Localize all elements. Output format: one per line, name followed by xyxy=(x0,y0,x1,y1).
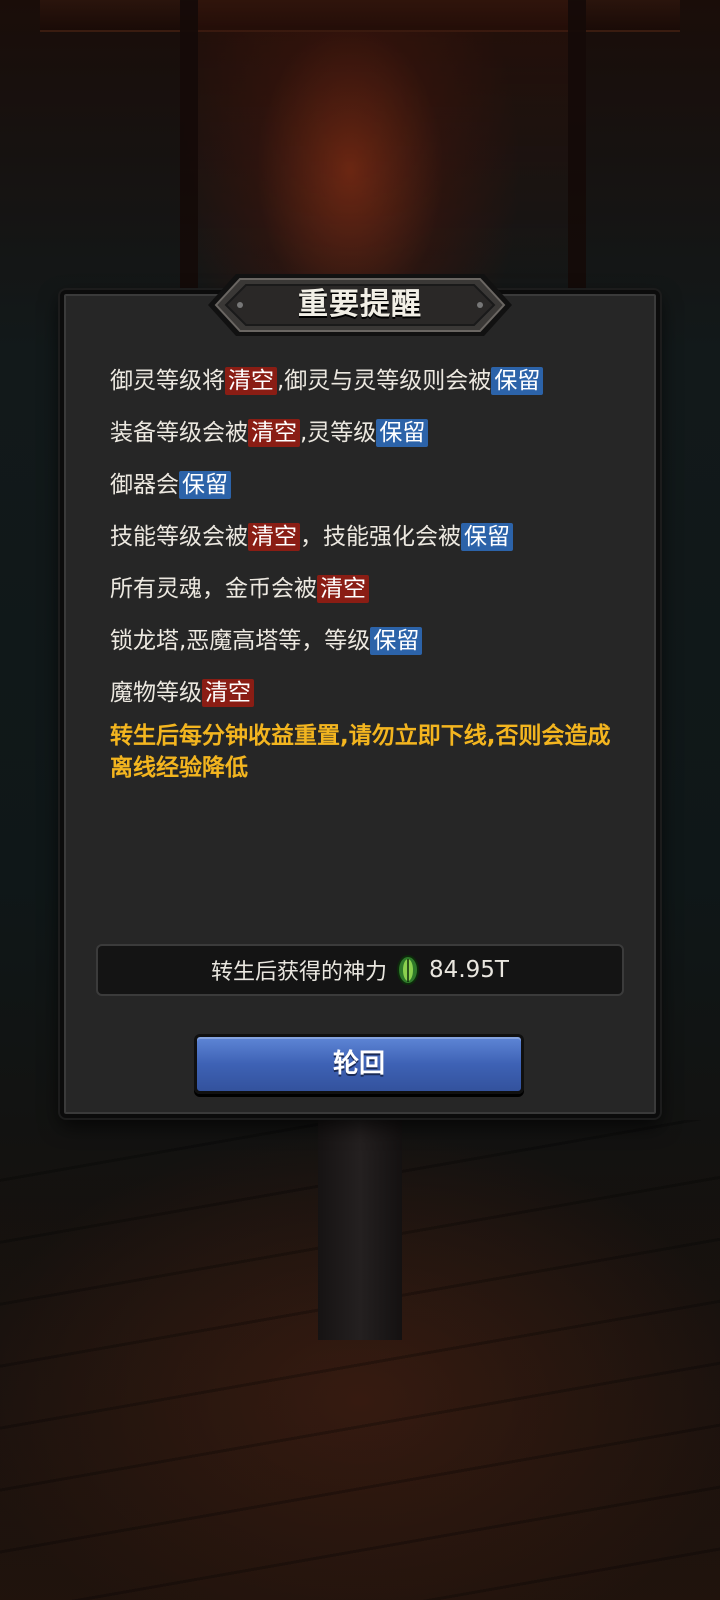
keep-tag: 保留 xyxy=(461,523,513,551)
keep-tag: 保留 xyxy=(370,627,423,655)
reminder-line: 所有灵魂，金币会被 清空 xyxy=(110,574,630,626)
reminder-text: 魔物等级 xyxy=(110,680,202,706)
reminder-line: 技能等级会被 清空 ，技能强化会被 保留 xyxy=(110,522,630,574)
reminder-text: 所有灵魂，金币会被 xyxy=(110,576,317,602)
warning-text: 转生后每分钟收益重置,请勿立即下线,否则会造成离线经验降低 xyxy=(110,723,611,781)
reminder-text: 御器会 xyxy=(110,472,179,498)
green-leaf-icon xyxy=(397,955,420,985)
dialog-title-plate: 重要提醒 xyxy=(200,268,520,342)
keep-tag: 保留 xyxy=(179,471,231,499)
clear-tag: 清空 xyxy=(248,523,300,551)
reminder-line: 锁龙塔,恶魔高塔等，等级 保留 xyxy=(110,626,630,678)
clear-tag: 清空 xyxy=(248,419,300,447)
reincarnate-button[interactable]: 轮回 xyxy=(194,1034,524,1094)
reminder-text: 御灵等级将 xyxy=(110,368,225,394)
reminder-text: 技能等级会被 xyxy=(110,524,248,550)
divine-power-amount: 84.95T xyxy=(429,957,509,983)
reminder-line: 御灵等级将 清空 ,御灵与灵等级则会被 保留 xyxy=(110,366,630,418)
clear-tag: 清空 xyxy=(202,679,254,707)
keep-tag: 保留 xyxy=(376,419,429,447)
background-arch xyxy=(180,0,586,300)
background-pillar xyxy=(318,1100,402,1340)
dialog-title: 重要提醒 xyxy=(298,287,422,322)
reminder-line: 装备等级会被 清空 ,灵等级 保留 xyxy=(110,418,630,470)
reminder-text: 锁龙塔,恶魔高塔等，等级 xyxy=(110,628,371,654)
clear-tag: 清空 xyxy=(317,575,369,603)
reminder-list: 御灵等级将 清空 ,御灵与灵等级则会被 保留 装备等级会被 清空 ,灵等级 保留 御器会 保留 技能… xyxy=(110,366,630,730)
reminder-text: ,灵等级 xyxy=(300,420,377,446)
reminder-text: ,御灵与灵等级则会被 xyxy=(277,368,492,394)
clear-tag: 清空 xyxy=(225,367,277,395)
reminder-line: 御器会 保留 xyxy=(110,470,630,522)
reminder-text: 装备等级会被 xyxy=(110,420,248,446)
reminder-text: ，技能强化会被 xyxy=(300,524,461,550)
divine-power-display: 转生后获得的神力 84.95T xyxy=(96,944,624,996)
keep-tag: 保留 xyxy=(491,367,544,395)
divine-power-label: 转生后获得的神力 xyxy=(211,960,388,985)
